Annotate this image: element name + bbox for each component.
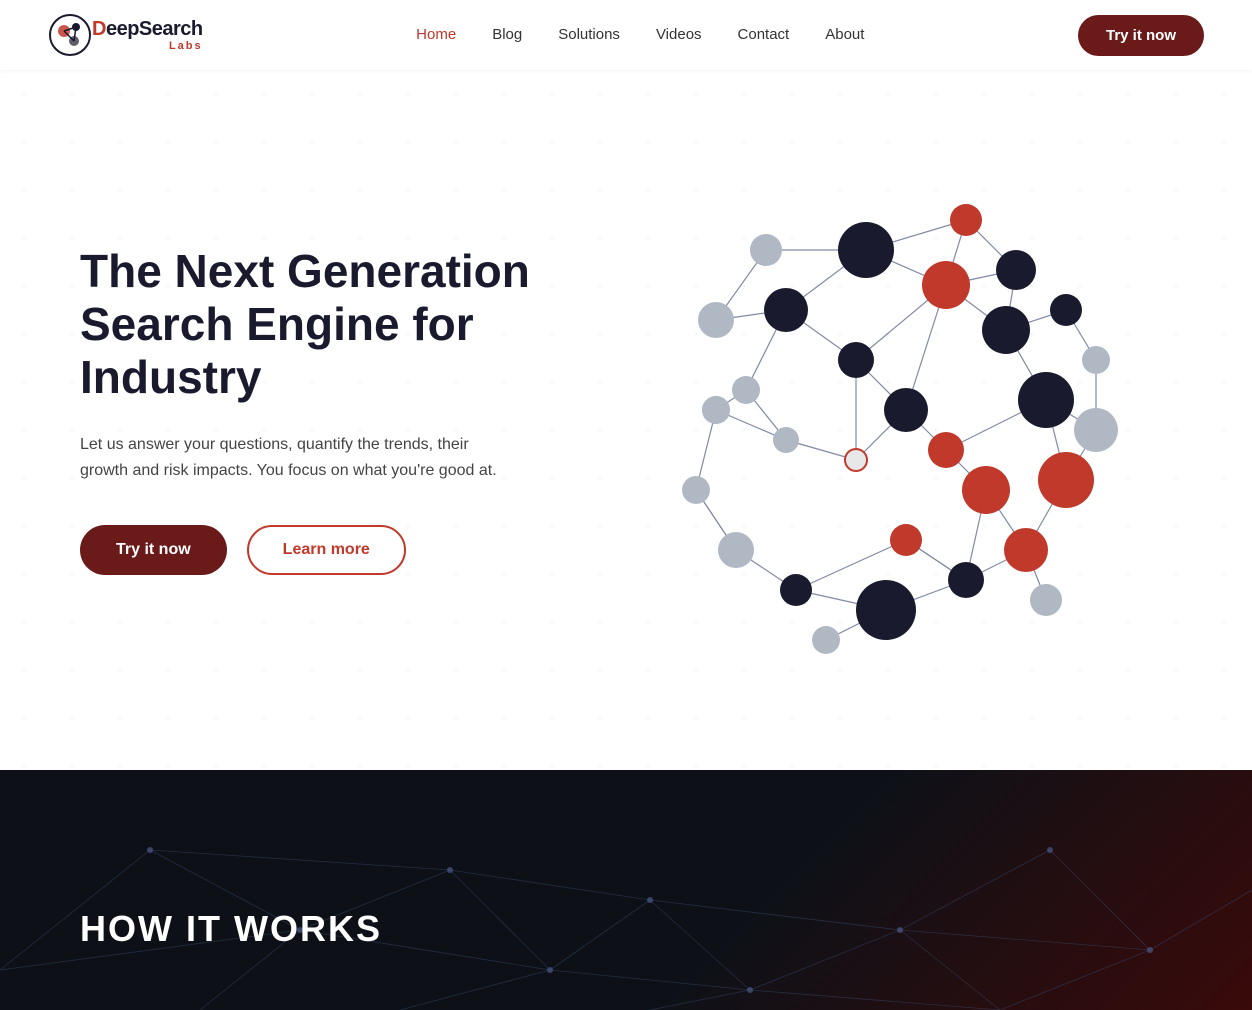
mesh-background: [0, 770, 1252, 1010]
logo-sub-text: Labs: [92, 40, 203, 52]
nav-item-videos[interactable]: Videos: [656, 26, 702, 44]
how-it-works-section: HOW IT WORKS: [80, 908, 382, 950]
nav-link-contact[interactable]: Contact: [738, 26, 790, 43]
navbar: DeepSearch Labs Home Blog Solutions Vide…: [0, 0, 1252, 70]
hero-section: The Next Generation Search Engine for In…: [0, 70, 1252, 770]
nav-links: Home Blog Solutions Videos Contact About: [416, 26, 864, 44]
logo-main-text: DeepSearch: [92, 18, 203, 40]
dark-section: HOW IT WORKS: [0, 770, 1252, 1010]
hero-try-button[interactable]: Try it now: [80, 525, 227, 575]
hero-left: The Next Generation Search Engine for In…: [80, 245, 560, 574]
hero-right: [560, 130, 1172, 690]
nav-item-home[interactable]: Home: [416, 26, 456, 44]
nav-item-about[interactable]: About: [825, 26, 864, 44]
network-graph: [586, 130, 1146, 690]
how-it-works-heading: HOW IT WORKS: [80, 908, 382, 950]
hero-buttons: Try it now Learn more: [80, 525, 560, 575]
hero-learn-button[interactable]: Learn more: [247, 525, 406, 575]
nav-link-solutions[interactable]: Solutions: [558, 26, 620, 43]
nav-link-blog[interactable]: Blog: [492, 26, 522, 43]
hero-title: The Next Generation Search Engine for In…: [80, 245, 560, 404]
nav-link-about[interactable]: About: [825, 26, 864, 43]
hero-description: Let us answer your questions, quantify t…: [80, 432, 500, 485]
nav-item-blog[interactable]: Blog: [492, 26, 522, 44]
nav-link-home[interactable]: Home: [416, 26, 456, 43]
nav-link-videos[interactable]: Videos: [656, 26, 702, 43]
nav-item-contact[interactable]: Contact: [738, 26, 790, 44]
nav-try-button[interactable]: Try it now: [1078, 15, 1204, 56]
logo[interactable]: DeepSearch Labs: [48, 13, 203, 57]
nav-item-solutions[interactable]: Solutions: [558, 26, 620, 44]
logo-icon: [48, 13, 92, 57]
